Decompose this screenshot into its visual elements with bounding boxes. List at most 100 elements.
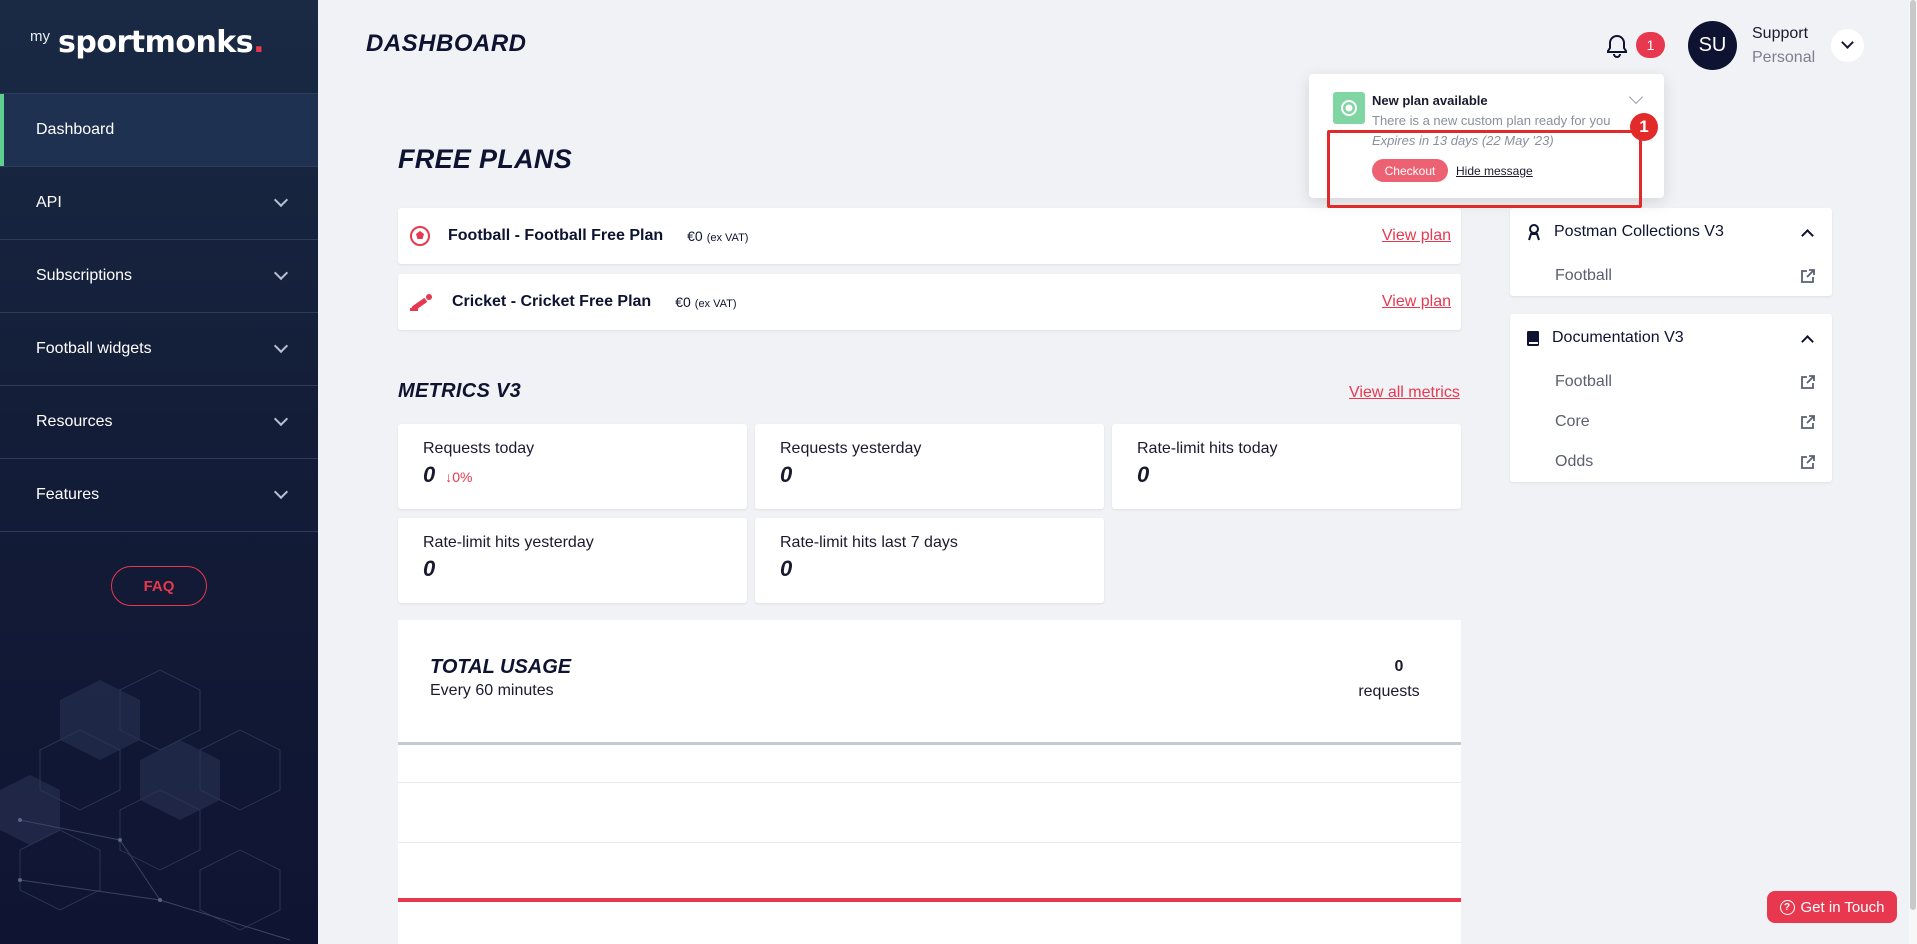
link-docs-core[interactable]: Core — [1510, 402, 1832, 442]
chevron-down-icon — [273, 338, 289, 354]
metric-value: 0 — [780, 556, 793, 581]
metric-number: 0 — [423, 462, 436, 487]
page-title: DASHBOARD — [366, 30, 527, 57]
link-group-title: Postman Collections V3 — [1554, 223, 1724, 240]
metric-label: Requests yesterday — [780, 440, 922, 457]
documentation-card: Documentation V3 Football Core Odds — [1510, 314, 1832, 482]
link-label: Odds — [1555, 453, 1594, 470]
metric-value: 0 ↓0% — [423, 462, 722, 488]
link-label: Core — [1555, 413, 1590, 430]
sidebar-item-label: Subscriptions — [36, 267, 133, 284]
plan-price: €0 (ex VAT) — [687, 228, 748, 244]
plan-vat: (ex VAT) — [706, 232, 749, 244]
hexagon-background — [0, 669, 291, 941]
chevron-down-icon — [273, 411, 289, 427]
chevron-up-icon — [1801, 228, 1814, 242]
book-icon — [1527, 330, 1539, 346]
sidebar-item-label: Dashboard — [36, 121, 115, 138]
sidebar-item-label: Features — [36, 486, 100, 503]
sidebar-item-label: Resources — [36, 413, 113, 430]
metric-label: Rate-limit hits last 7 days — [780, 534, 958, 551]
notification-title: New plan available — [1372, 93, 1488, 108]
documentation-header[interactable]: Documentation V3 — [1510, 314, 1832, 362]
usage-count: 0 — [1394, 658, 1404, 675]
metric-value: 0 — [780, 462, 793, 487]
metric-card-requests-yesterday: Requests yesterday 0 — [755, 424, 1104, 509]
user-name: Support — [1752, 25, 1809, 42]
metric-label: Rate-limit hits today — [1137, 440, 1278, 457]
sidebar-item-football-widgets[interactable]: Football widgets — [0, 313, 318, 386]
free-plans-title: FREE PLANS — [398, 144, 573, 174]
sidebar-item-label: Football widgets — [36, 340, 152, 357]
metric-value: 0 — [1137, 462, 1150, 487]
notification-badge[interactable]: 1 — [1636, 32, 1665, 58]
chevron-down-icon — [273, 265, 289, 281]
logo-name: sportmonks — [58, 25, 254, 60]
sidebar-item-api[interactable]: API — [0, 167, 318, 240]
metric-delta: ↓0% — [445, 469, 472, 485]
sportmonks-logo[interactable]: my sportmonks. — [30, 25, 265, 60]
postman-collections-card: Postman Collections V3 Football — [1510, 208, 1832, 296]
usage-gridline — [398, 782, 1461, 783]
metric-delta-value: 0% — [452, 469, 473, 485]
usage-gridline — [398, 842, 1461, 843]
bell-icon[interactable] — [1605, 33, 1629, 59]
link-postman-football[interactable]: Football — [1510, 256, 1832, 296]
postman-icon — [1528, 224, 1540, 241]
link-label: Football — [1555, 267, 1612, 284]
metrics-title: METRICS V3 — [398, 380, 522, 402]
sidebar-item-dashboard[interactable]: Dashboard — [0, 94, 318, 167]
plan-name: Football - Football Free Plan — [448, 227, 664, 244]
get-in-touch-button[interactable]: ? Get in Touch — [1767, 891, 1897, 923]
usage-subtitle: Every 60 minutes — [430, 682, 554, 699]
link-label: Football — [1555, 373, 1612, 390]
metric-card-rate-limit-yesterday: Rate-limit hits yesterday 0 — [398, 518, 747, 603]
sidebar-item-features[interactable]: Features — [0, 459, 318, 532]
chevron-down-icon — [1841, 36, 1854, 49]
question-icon: ? — [1779, 899, 1795, 915]
metric-label: Requests today — [423, 440, 535, 457]
sidebar-nav: Dashboard API Subscriptions Football wid… — [0, 93, 318, 532]
sidebar-item-resources[interactable]: Resources — [0, 386, 318, 459]
plan-price-value: €0 — [687, 228, 703, 244]
sidebar-item-label: API — [36, 194, 62, 211]
postman-collections-header[interactable]: Postman Collections V3 — [1510, 208, 1832, 256]
logo-wordmark: sportmonks. — [58, 25, 265, 60]
metric-card-requests-today: Requests today 0 ↓0% — [398, 424, 747, 509]
sidebar-item-subscriptions[interactable]: Subscriptions — [0, 240, 318, 313]
get-in-touch-label: Get in Touch — [1800, 898, 1885, 916]
total-usage-panel: TOTAL USAGE Every 60 minutes 0 requests — [398, 620, 1461, 944]
external-link-icon — [1801, 455, 1815, 469]
plan-notification-icon — [1333, 92, 1365, 124]
chevron-up-icon — [1801, 334, 1814, 348]
view-all-metrics-link[interactable]: View all metrics — [1349, 384, 1460, 402]
metric-card-rate-limit-7-days: Rate-limit hits last 7 days 0 — [755, 518, 1104, 603]
usage-title: TOTAL USAGE — [430, 656, 572, 678]
user-plan: Personal — [1752, 49, 1816, 66]
external-link-icon — [1801, 269, 1815, 283]
plan-row-football: Football - Football Free Plan €0 (ex VAT)… — [398, 208, 1461, 264]
metric-card-rate-limit-today: Rate-limit hits today 0 — [1112, 424, 1461, 509]
chevron-down-icon[interactable] — [1628, 89, 1644, 105]
plan-row-cricket: Cricket - Cricket Free Plan €0 (ex VAT) V… — [398, 274, 1461, 330]
view-plan-link[interactable]: View plan — [1382, 293, 1451, 311]
logo-prefix: my — [30, 28, 50, 45]
avatar[interactable]: SU — [1688, 21, 1737, 70]
view-plan-link[interactable]: View plan — [1382, 227, 1451, 245]
plan-name: Cricket - Cricket Free Plan — [452, 293, 652, 310]
metric-value: 0 — [423, 556, 436, 581]
external-link-icon — [1801, 375, 1815, 389]
notification-text: There is a new custom plan ready for you — [1372, 113, 1611, 128]
faq-button[interactable]: FAQ — [111, 566, 207, 606]
usage-chart-baseline — [398, 898, 1461, 902]
scrollbar-thumb[interactable] — [1910, 0, 1916, 910]
sidebar: my sportmonks. Dashboard API Subscriptio… — [0, 0, 318, 944]
link-docs-football[interactable]: Football — [1510, 362, 1832, 402]
link-docs-odds[interactable]: Odds — [1510, 442, 1832, 482]
plan-price-value: €0 — [675, 294, 691, 310]
football-icon — [408, 224, 432, 248]
plan-vat: (ex VAT) — [694, 298, 737, 310]
user-menu-button[interactable] — [1831, 29, 1864, 62]
annotation-highlight-box — [1327, 130, 1642, 208]
logo-dot: . — [253, 25, 265, 60]
